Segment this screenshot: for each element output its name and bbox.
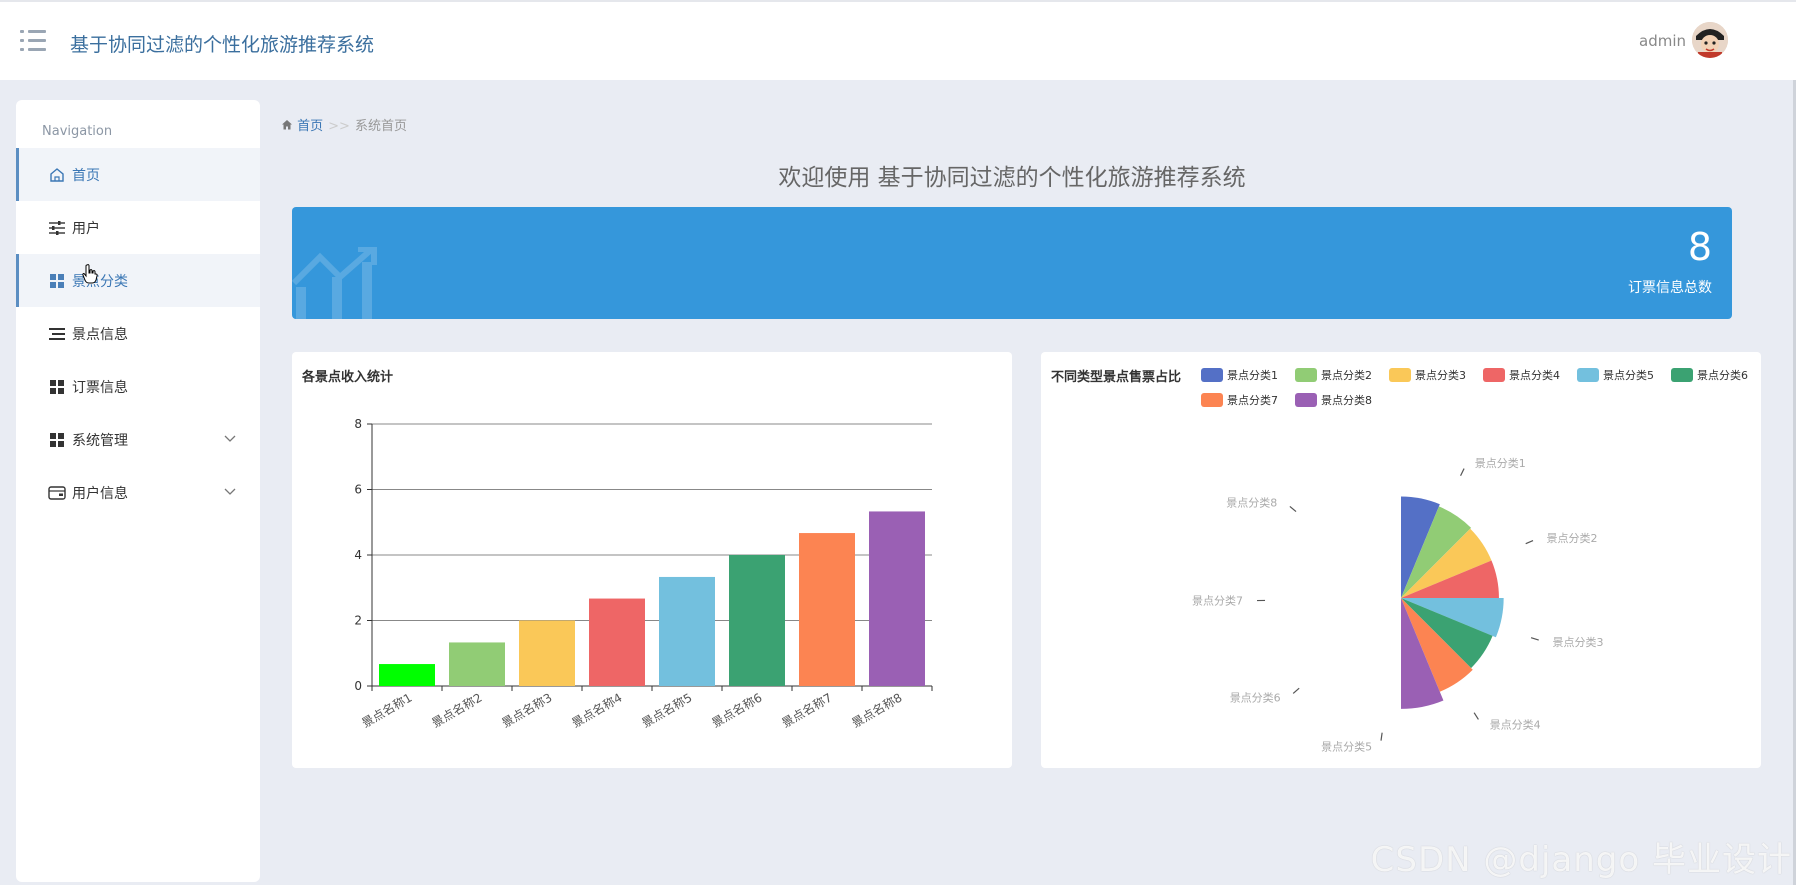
label-leader <box>1473 712 1479 720</box>
breadcrumb-home-icon[interactable] <box>281 119 297 134</box>
home-icon <box>48 166 66 184</box>
legend-swatch[interactable] <box>1295 368 1317 382</box>
slice-label: 景点分类8 <box>1226 496 1277 510</box>
legend-swatch[interactable] <box>1295 393 1317 407</box>
nav-heading: Navigation <box>42 124 113 139</box>
breadcrumb: 首页 >> 系统首页 <box>281 115 407 134</box>
booking-count-card: 8 订票信息总数 <box>292 207 1732 319</box>
sidebar-item-system-admin[interactable]: 系统管理 <box>16 413 260 466</box>
legend-swatch[interactable] <box>1577 368 1599 382</box>
x-tick-label: 景点名称1 <box>359 690 415 731</box>
legend-label[interactable]: 景点分类8 <box>1321 393 1372 407</box>
bar[interactable] <box>869 511 925 686</box>
sidebar-item-user-info[interactable]: 用户信息 <box>16 466 260 519</box>
legend-swatch[interactable] <box>1201 393 1223 407</box>
y-tick-label: 6 <box>354 483 362 497</box>
slice-label: 景点分类1 <box>1475 456 1526 470</box>
booking-count-value: 8 <box>1687 225 1712 269</box>
x-tick-label: 景点名称4 <box>569 690 625 731</box>
bar[interactable] <box>799 533 855 686</box>
slice-label: 景点分类3 <box>1552 635 1603 649</box>
y-tick-label: 8 <box>354 417 362 431</box>
breadcrumb-home-link[interactable]: 首页 <box>297 119 323 134</box>
x-tick-label: 景点名称3 <box>499 690 555 731</box>
nav-list: 首页 用户 景点分类 景点信息 订票信息 系统管理 用户信息 <box>16 148 260 519</box>
chevron-down-icon <box>224 484 236 500</box>
legend-label[interactable]: 景点分类5 <box>1603 368 1654 382</box>
legend-label[interactable]: 景点分类3 <box>1415 368 1466 382</box>
slice-label: 景点分类4 <box>1490 717 1541 731</box>
avatar[interactable] <box>1692 22 1728 58</box>
label-leader <box>1530 637 1539 641</box>
wallet-icon <box>48 484 66 502</box>
grid-icon <box>48 272 66 290</box>
slice-label: 景点分类7 <box>1192 594 1243 608</box>
x-tick-label: 景点名称8 <box>849 690 905 731</box>
slice-label: 景点分类2 <box>1547 531 1598 545</box>
label-leader <box>1292 687 1300 694</box>
x-tick-label: 景点名称7 <box>779 690 835 731</box>
legend-swatch[interactable] <box>1671 368 1693 382</box>
breadcrumb-current: 系统首页 <box>354 119 407 134</box>
breadcrumb-separator: >> <box>328 119 350 134</box>
booking-count-label: 订票信息总数 <box>1628 280 1712 296</box>
sidebar-item-home[interactable]: 首页 <box>16 148 260 201</box>
sidebar-item-label: 景点分类 <box>72 273 128 290</box>
bar[interactable] <box>589 598 645 686</box>
label-leader <box>1460 468 1465 477</box>
sidebar-item-label: 系统管理 <box>72 432 128 449</box>
legend-label[interactable]: 景点分类4 <box>1509 368 1560 382</box>
menu-toggle-icon[interactable] <box>20 30 46 52</box>
grid-icon <box>48 378 66 396</box>
sliders-icon <box>48 219 66 237</box>
sidebar-item-scenic-info[interactable]: 景点信息 <box>16 307 260 360</box>
legend-label[interactable]: 景点分类1 <box>1227 368 1278 382</box>
x-tick-label: 景点名称6 <box>709 690 765 731</box>
label-leader <box>1525 539 1534 545</box>
legend-swatch[interactable] <box>1389 368 1411 382</box>
bar[interactable] <box>519 620 575 687</box>
legend-swatch[interactable] <box>1201 368 1223 382</box>
chevron-down-icon <box>224 431 236 447</box>
trend-chart-icon <box>292 246 382 319</box>
income-chart-panel: 各景点收入统计 0 2 4 6 8 景点名称1 景点名称2 景点名称3 景点名称4 景点名称5 景点… <box>292 352 1012 768</box>
sidebar-item-label: 景点信息 <box>72 326 128 343</box>
app-title: 基于协同过滤的个性化旅游推荐系统 <box>70 34 375 56</box>
y-tick-label: 0 <box>354 679 362 693</box>
sidebar: Navigation 首页 用户 景点分类 景点信息 订票信息 系统管理 用户信… <box>16 100 260 882</box>
legend-label[interactable]: 景点分类7 <box>1227 393 1278 407</box>
hand-cursor-icon <box>82 264 98 288</box>
top-header: 基于协同过滤的个性化旅游推荐系统 admin <box>0 0 1796 80</box>
legend-label[interactable]: 景点分类6 <box>1697 368 1748 382</box>
x-tick-label: 景点名称2 <box>429 690 485 731</box>
y-tick-label: 4 <box>354 548 362 562</box>
sidebar-item-label: 用户 <box>72 220 100 237</box>
legend-label[interactable]: 景点分类2 <box>1321 368 1372 382</box>
username[interactable]: admin <box>1639 32 1686 50</box>
ticket-share-chart-panel: 不同类型景点售票占比 景点分类1 景点分类2 景点分类3 景点分类4 景点分类5 景点分类… <box>1041 352 1761 768</box>
label-leader <box>1289 505 1297 512</box>
slice-label: 景点分类5 <box>1321 740 1372 754</box>
sidebar-item-label: 首页 <box>72 167 100 184</box>
watermark: CSDN @django 毕业设计 <box>1370 840 1792 880</box>
bar[interactable] <box>659 576 715 686</box>
label-leader <box>1380 732 1383 741</box>
ticket-share-rose-chart: 景点分类1 景点分类2 景点分类3 景点分类4 景点分类5 景点分类6 景点分类7 景点分类8… <box>1192 368 1748 754</box>
welcome-heading: 欢迎使用 基于协同过滤的个性化旅游推荐系统 <box>778 165 1246 191</box>
sidebar-item-scenic-category[interactable]: 景点分类 <box>16 254 260 307</box>
bar[interactable] <box>729 555 785 686</box>
sidebar-item-users[interactable]: 用户 <box>16 201 260 254</box>
slice-label: 景点分类6 <box>1230 690 1281 704</box>
sidebar-item-label: 用户信息 <box>72 485 128 502</box>
legend-swatch[interactable] <box>1483 368 1505 382</box>
bar[interactable] <box>379 664 435 686</box>
list-icon <box>48 325 66 343</box>
sidebar-item-label: 订票信息 <box>72 379 128 396</box>
x-tick-label: 景点名称5 <box>639 690 695 731</box>
grid-icon <box>48 431 66 449</box>
y-tick-label: 2 <box>354 614 362 628</box>
income-bar-chart: 0 2 4 6 8 景点名称1 景点名称2 景点名称3 景点名称4 景点名称5 景点名称6 景点名称7… <box>354 417 933 731</box>
sidebar-item-booking[interactable]: 订票信息 <box>16 360 260 413</box>
bar[interactable] <box>449 642 505 686</box>
